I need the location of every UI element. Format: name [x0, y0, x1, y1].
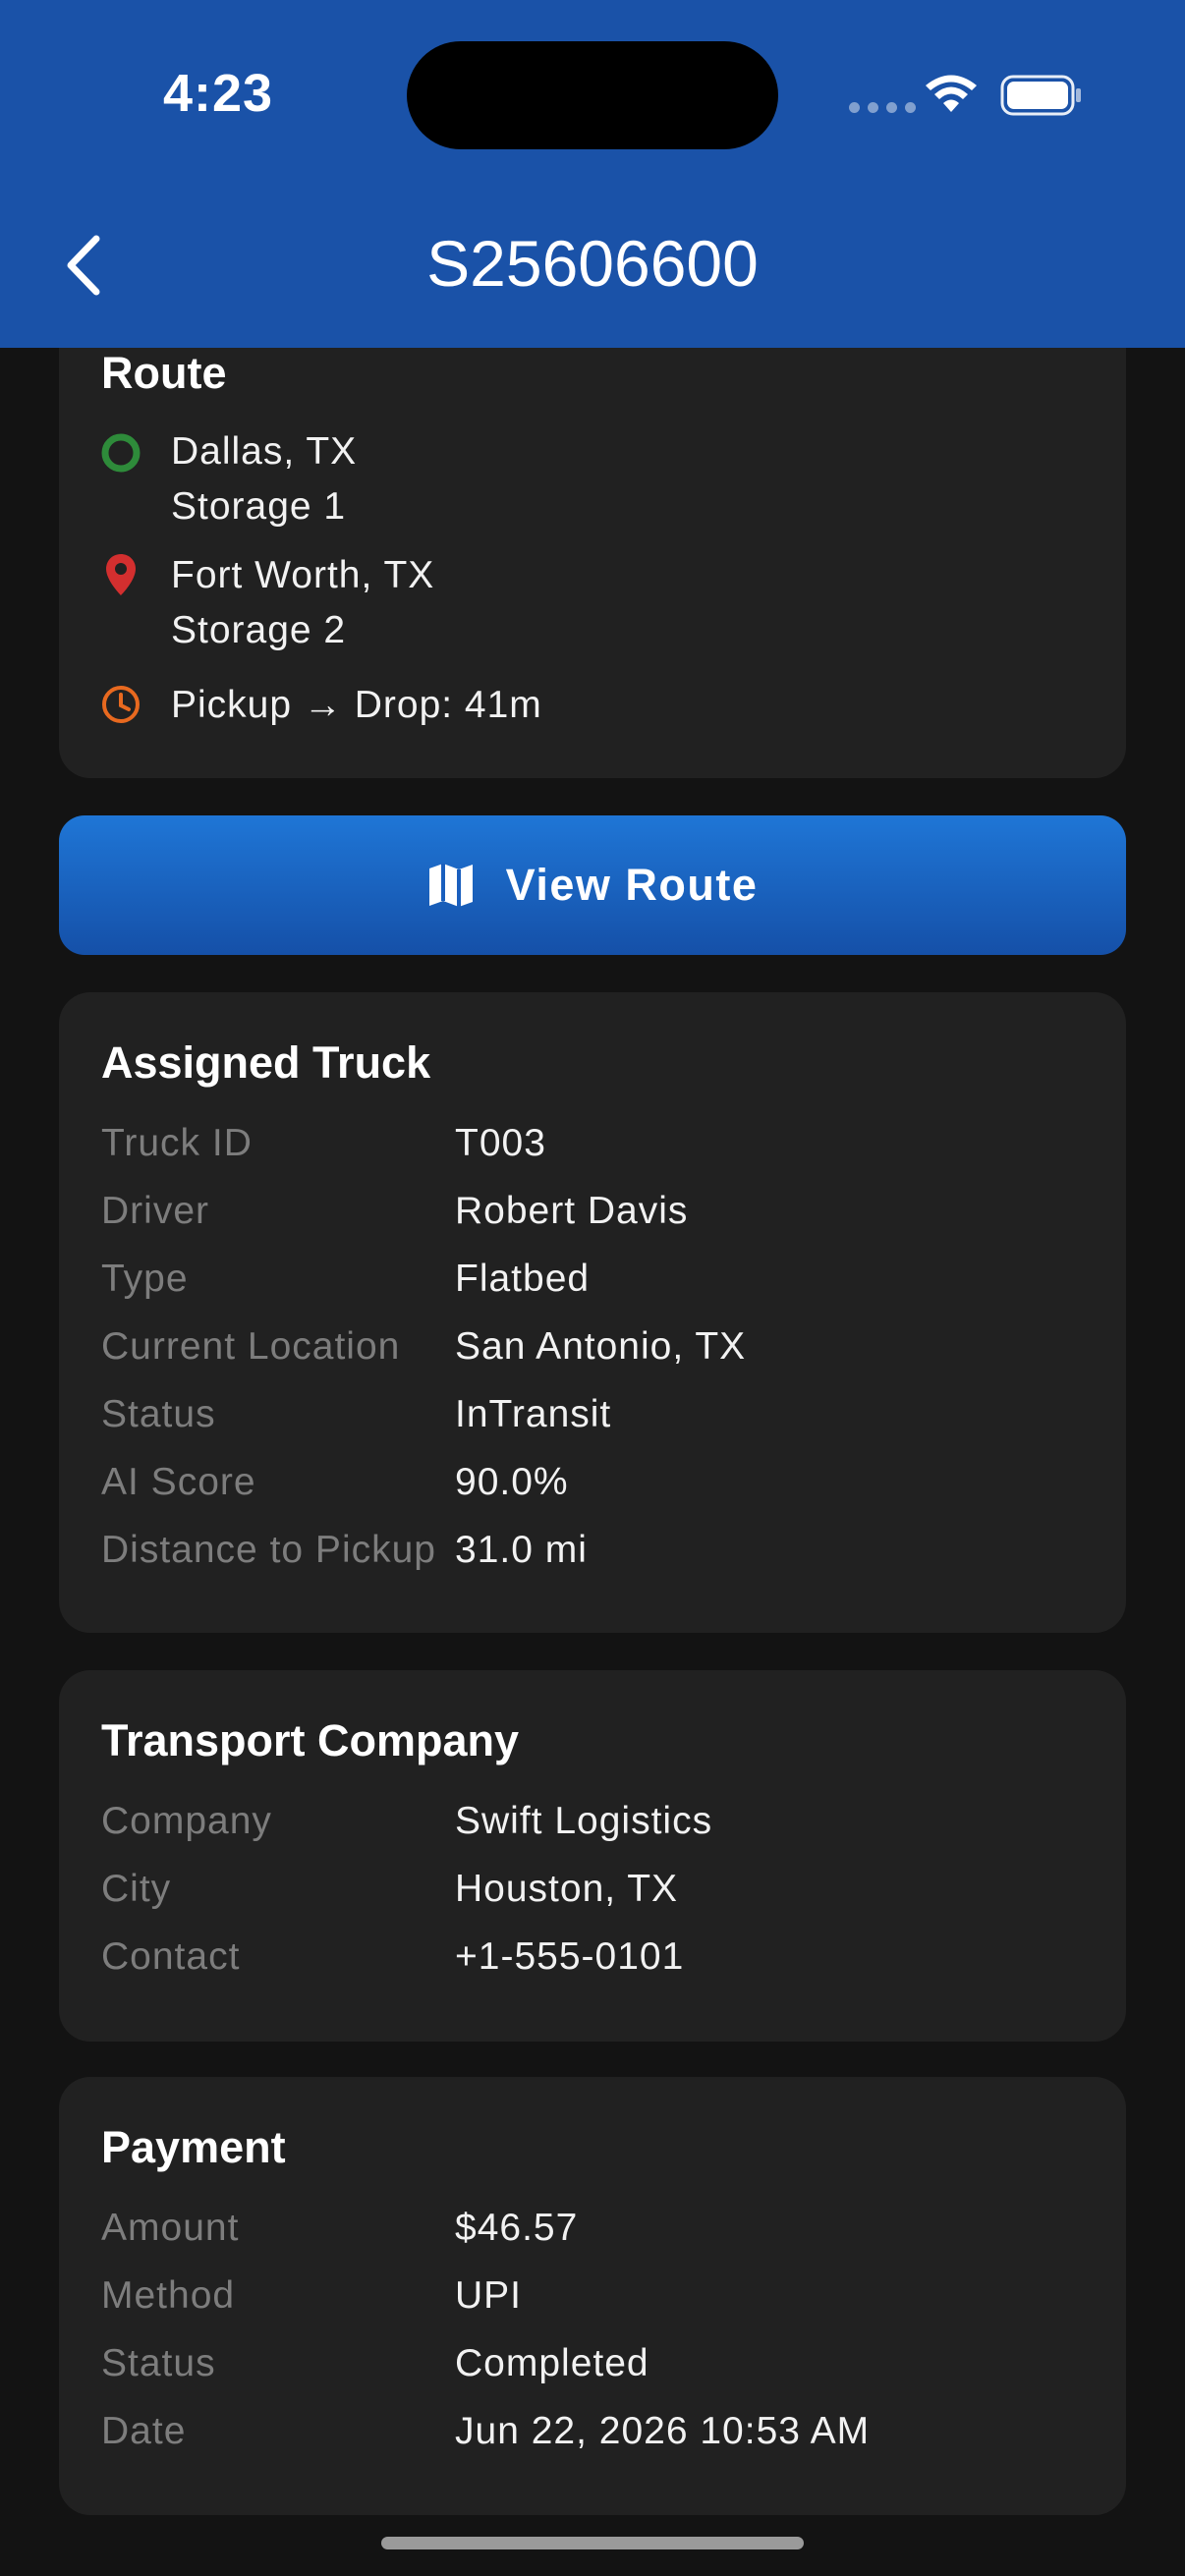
cellular-signal-icon	[849, 102, 916, 113]
payment-status-label: Status	[101, 2342, 216, 2384]
app-header: 4:23 S25606600	[0, 0, 1185, 348]
map-pin-icon	[106, 554, 136, 595]
contact-value[interactable]: +1-555-0101	[455, 1935, 684, 1979]
route-title: Route	[101, 348, 227, 398]
current-location-label: Current Location	[101, 1325, 401, 1368]
city-label: City	[101, 1868, 172, 1910]
distance-to-pickup-label: Distance to Pickup	[101, 1529, 436, 1571]
home-indicator[interactable]	[381, 2537, 804, 2549]
truck-status-label: Status	[101, 1393, 216, 1435]
company-card-title: Transport Company	[101, 1715, 520, 1765]
company-value: Swift Logistics	[455, 1800, 713, 1842]
truck-status-value: InTransit	[455, 1393, 612, 1435]
type-value: Flatbed	[455, 1258, 591, 1300]
view-route-button[interactable]: View Route	[59, 815, 1126, 955]
dynamic-island	[407, 41, 778, 149]
amount-label: Amount	[101, 2207, 240, 2249]
contact-label: Contact	[101, 1935, 241, 1978]
truck-card-title: Assigned Truck	[101, 1037, 431, 1088]
type-label: Type	[101, 1258, 189, 1300]
origin-place: Storage 1	[171, 485, 347, 528]
page-title: S25606600	[426, 227, 759, 300]
date-label: Date	[101, 2410, 187, 2452]
distance-to-pickup-value: 31.0 mi	[455, 1529, 588, 1571]
route-duration: Pickup → Drop: 41m	[171, 684, 542, 726]
method-label: Method	[101, 2274, 236, 2317]
driver-label: Driver	[101, 1190, 209, 1232]
company-label: Company	[101, 1800, 272, 1842]
origin-circle-icon	[101, 433, 141, 473]
truck-id-value: T003	[455, 1122, 546, 1164]
battery-icon	[1000, 75, 1081, 116]
assigned-truck-card: Assigned Truck Truck ID T003 Driver Robe…	[59, 992, 1126, 1633]
origin-city: Dallas, TX	[171, 430, 358, 473]
clock-icon	[102, 686, 140, 723]
status-time: 4:23	[163, 64, 274, 123]
driver-value: Robert Davis	[455, 1190, 689, 1232]
ai-score-label: AI Score	[101, 1461, 256, 1503]
city-value: Houston, TX	[455, 1868, 679, 1910]
current-location-value: San Antonio, TX	[455, 1325, 747, 1368]
method-value: UPI	[455, 2274, 523, 2317]
truck-id-label: Truck ID	[101, 1122, 253, 1164]
date-value: Jun 22, 2026 10:53 AM	[455, 2410, 871, 2452]
payment-card-title: Payment	[101, 2122, 286, 2172]
transport-company-card: Transport Company Company Swift Logistic…	[59, 1670, 1126, 2042]
ai-score-value: 90.0%	[455, 1461, 569, 1503]
amount-value: $46.57	[455, 2207, 579, 2249]
destination-place: Storage 2	[171, 609, 347, 651]
destination-city: Fort Worth, TX	[171, 554, 435, 596]
wifi-icon	[926, 75, 977, 112]
view-route-label: View Route	[505, 860, 759, 910]
payment-status-value: Completed	[455, 2342, 649, 2384]
map-icon	[428, 864, 473, 907]
payment-card: Payment Amount $46.57 Method UPI Status …	[59, 2077, 1126, 2515]
route-card: Route Dallas, TX Storage 1 Fort Worth, T…	[59, 295, 1126, 778]
